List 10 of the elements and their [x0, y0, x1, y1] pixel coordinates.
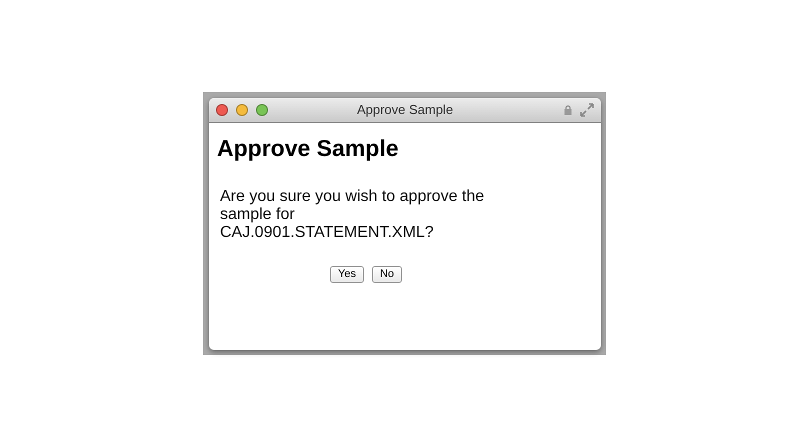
yes-button[interactable]: Yes — [330, 266, 364, 282]
window-title: Approve Sample — [356, 102, 454, 118]
confirmation-message: Are you sure you wish to approve the sample for CAJ.0901.STATEMENT.XML? — [220, 188, 486, 242]
dialog-heading: Approve Sample — [217, 134, 400, 163]
zoom-button[interactable] — [256, 104, 268, 116]
minimize-button[interactable] — [236, 104, 248, 116]
close-button[interactable] — [216, 104, 228, 116]
no-button[interactable]: No — [372, 266, 402, 282]
fullscreen-icon[interactable] — [580, 103, 594, 117]
lock-icon — [564, 105, 572, 115]
